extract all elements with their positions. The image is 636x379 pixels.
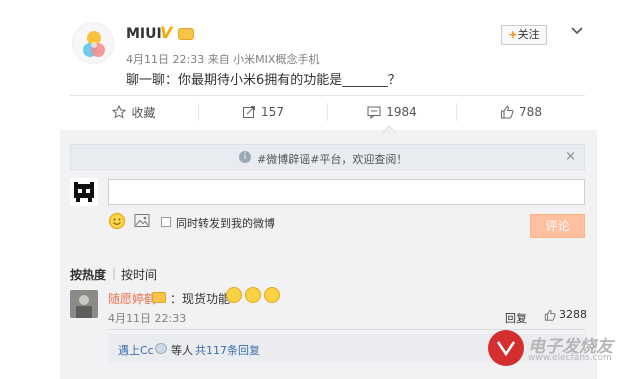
comment-icon xyxy=(367,106,381,119)
miui-logo-icon xyxy=(83,31,105,57)
repost-icon xyxy=(243,106,256,118)
repost-count: 157 xyxy=(261,105,284,119)
plus-icon: + xyxy=(508,28,518,41)
emoji-icon[interactable] xyxy=(108,212,126,230)
watermark-url: www.elecfans.com xyxy=(528,353,612,363)
weibo-post-card: MIUI V 4月11日 22:33 来自 小米MIX概念手机 聊一聊：你最期待… xyxy=(0,0,636,379)
info-icon: i xyxy=(239,151,251,163)
comment-input[interactable] xyxy=(108,179,585,205)
chevron-down-icon[interactable] xyxy=(569,24,585,38)
user-photo-icon xyxy=(70,290,98,318)
sub-reply-others: 等人 xyxy=(171,344,193,357)
rumor-notice-banner: i #微博辟谣#平台，欢迎查阅！ × xyxy=(70,144,585,170)
vip-badge-icon xyxy=(178,28,194,40)
like-count: 788 xyxy=(519,105,542,119)
view-all-replies-link[interactable]: 共117条回复 xyxy=(195,342,260,358)
thumbs-up-icon xyxy=(544,309,556,321)
comment-button[interactable]: 1984 xyxy=(328,103,457,121)
laughing-emoji-icon xyxy=(226,287,242,303)
laughing-emoji-icon xyxy=(245,287,261,303)
vip-badge-icon xyxy=(152,292,166,303)
pointer-caret xyxy=(382,125,396,133)
sub-reply-user[interactable]: 遇上Cc xyxy=(118,342,154,358)
my-avatar[interactable] xyxy=(70,178,98,206)
commenter-name[interactable]: 随愿婷鹤 xyxy=(108,290,156,307)
follow-button[interactable]: +关注 xyxy=(501,25,547,45)
close-icon[interactable]: × xyxy=(565,149,576,164)
miui-avatar[interactable] xyxy=(72,22,114,64)
comment-text: ：现货功能 xyxy=(170,292,231,306)
repost-button[interactable]: 157 xyxy=(199,103,328,121)
sort-separator: | xyxy=(112,266,117,280)
sort-by-hot-tab[interactable]: 按热度 xyxy=(70,266,106,283)
action-bar: 收藏 157 1984 788 xyxy=(70,96,585,128)
like-button[interactable]: 788 xyxy=(457,103,585,121)
comment-like-count: 3288 xyxy=(559,308,587,321)
sort-by-time-tab[interactable]: 按时间 xyxy=(121,266,157,283)
reply-button[interactable]: 回复 xyxy=(505,310,527,326)
notice-text[interactable]: #微博辟谣#平台，欢迎查阅！ xyxy=(257,151,407,167)
user-badge-icon xyxy=(155,343,167,354)
favorite-label: 收藏 xyxy=(131,105,156,120)
commenter-avatar[interactable] xyxy=(70,290,98,318)
repost-checkbox[interactable] xyxy=(161,217,171,227)
thumbs-up-icon xyxy=(501,105,514,119)
repost-checkbox-label: 同时转发到我的微博 xyxy=(176,217,275,230)
image-icon[interactable] xyxy=(134,213,150,228)
submit-comment-button[interactable]: 评论 xyxy=(530,214,585,238)
favorite-button[interactable]: 收藏 xyxy=(70,103,199,121)
watermark: 电子发烧友 www.elecfans.com xyxy=(488,330,628,368)
post-author-name[interactable]: MIUI xyxy=(126,26,162,42)
comment-time: 4月11日 22:33 xyxy=(108,312,187,325)
star-icon xyxy=(112,105,127,119)
post-text: 聊一聊：你最期待小米6拥有的功能是_______？ xyxy=(126,73,401,88)
follow-label: 关注 xyxy=(517,28,540,41)
comment-count: 1984 xyxy=(386,105,417,119)
comment-like-button[interactable]: 3288 xyxy=(544,308,587,321)
elecfans-logo-icon xyxy=(488,330,524,366)
post-meta: 4月11日 22:33 来自 小米MIX概念手机 xyxy=(126,53,320,66)
laughing-emoji-icon xyxy=(264,287,280,303)
verified-icon: V xyxy=(160,23,173,42)
